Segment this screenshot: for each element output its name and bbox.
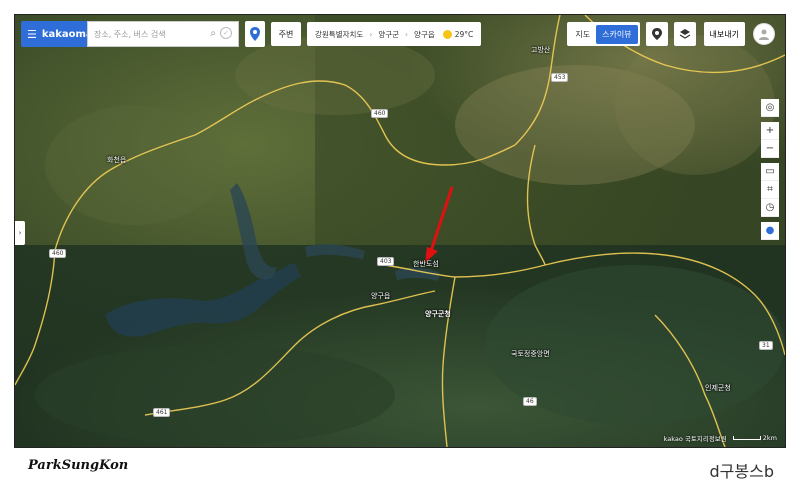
temperature: 29°C (454, 29, 474, 39)
watermark-signature-right: d구봉스b (709, 462, 774, 481)
area-icon[interactable]: ⌗ (761, 181, 779, 199)
road-sign-461: 461 (153, 408, 171, 417)
map-label-yanggu-eup[interactable]: 양구읍 (371, 291, 390, 301)
layers-icon (679, 29, 690, 39)
watermark-signature-left: ParkSungKon (28, 458, 129, 473)
current-location-icon[interactable]: ◎ (761, 99, 779, 117)
road-sign-403: 403 (377, 257, 395, 266)
map-controls: ◎ + − ▭ ⌗ ◷ ● (761, 99, 779, 240)
top-bar-right: 지도 스카이뷰 내보내기 (567, 21, 775, 47)
marker-icon[interactable]: ● (761, 222, 779, 240)
search-field[interactable]: 장소, 주소, 버스 검색 ⌕ ✓ (87, 21, 239, 47)
ruler-icon[interactable]: ▭ (761, 163, 779, 181)
satellite-map[interactable] (15, 15, 785, 447)
profile-icon (759, 29, 769, 40)
map-label-gukto-jeongjungang[interactable]: 국토정중앙면 (511, 349, 550, 359)
map-type-map[interactable]: 지도 (569, 25, 596, 44)
zoom-in-icon[interactable]: + (761, 122, 779, 140)
chevron-right-icon: › (369, 29, 373, 39)
location-pin-icon (250, 27, 260, 41)
map-label-yanggu-county-office[interactable]: 양구군청 (425, 309, 451, 319)
road-sign-31: 31 (759, 341, 773, 350)
road-sign-46: 46 (523, 397, 537, 406)
zoom-out-icon[interactable]: − (761, 140, 779, 158)
logo-menu-button[interactable]: ☰ kakaomap (21, 21, 100, 47)
top-bar-left: ☰ kakaomap 장소, 주소, 버스 검색 ⌕ ✓ 주변 강원특별자치도 … (21, 21, 482, 47)
map-label-hwacheon[interactable]: 화천읍 (107, 155, 126, 165)
clear-icon[interactable]: ✓ (220, 27, 232, 39)
profile-button[interactable] (753, 23, 775, 45)
map-label-gobangsan[interactable]: 고방산 (531, 45, 550, 55)
copyright-text: kakao 국토지리정보원 (663, 435, 727, 443)
map-type-toggle: 지도 스카이뷰 (567, 22, 640, 46)
road-sign-460-north: 460 (371, 109, 389, 118)
road-sign-453: 453 (551, 73, 569, 82)
search-icon[interactable]: ⌕ (210, 28, 216, 39)
map-label-inje-county-office[interactable]: 인제군청 (705, 383, 731, 393)
breadcrumb-province[interactable]: 강원특별자치도 (315, 29, 363, 40)
chevron-right-icon: › (405, 29, 409, 39)
location-pin-button[interactable] (245, 21, 265, 47)
search-input[interactable]: 장소, 주소, 버스 검색 (94, 29, 166, 40)
scale-label: 2km (762, 434, 777, 442)
map-type-skyview[interactable]: 스카이뷰 (596, 24, 638, 44)
road-sign-460-west: 460 (49, 249, 67, 258)
map-frame: 한반도섬 양구읍 양구군청 국토정중앙면 인제군청 화천읍 고방산 460 45… (14, 14, 786, 448)
pin-button[interactable] (645, 22, 668, 46)
nearby-button[interactable]: 주변 (271, 22, 301, 46)
breadcrumb-county[interactable]: 양구군 (378, 29, 399, 40)
map-label-hanbando[interactable]: 한반도섬 (413, 259, 439, 269)
sun-icon (442, 29, 452, 39)
weather-widget[interactable]: 29°C (442, 29, 474, 39)
export-button[interactable]: 내보내기 (703, 22, 745, 46)
layers-button[interactable] (673, 22, 696, 46)
compass-icon[interactable]: ◷ (761, 199, 779, 217)
breadcrumb: 강원특별자치도 › 양구군 › 양구읍 29°C (307, 22, 482, 46)
map-copyright: kakao 국토지리정보원 2km (664, 433, 777, 443)
breadcrumb-town[interactable]: 양구읍 (414, 29, 435, 40)
menu-icon[interactable]: ☰ (27, 28, 37, 41)
pin-icon (651, 28, 662, 40)
side-panel-toggle[interactable]: › (15, 221, 25, 245)
scale-bar (732, 436, 761, 440)
